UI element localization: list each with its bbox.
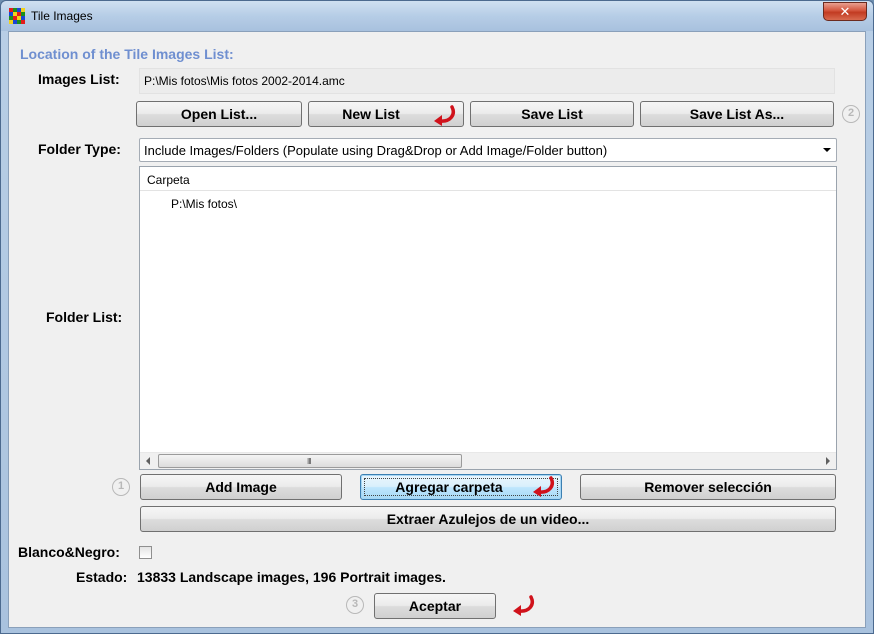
curved-red-arrow-icon bbox=[434, 105, 455, 126]
column-header-carpeta[interactable]: Carpeta bbox=[140, 167, 836, 191]
save-list-as-button[interactable]: Save List As... bbox=[640, 101, 834, 127]
title-bar[interactable]: Tile Images ✕ bbox=[1, 1, 873, 31]
save-list-button[interactable]: Save List bbox=[470, 101, 634, 127]
folder-type-select[interactable]: Include Images/Folders (Populate using D… bbox=[139, 138, 837, 162]
chevron-down-icon[interactable] bbox=[823, 148, 831, 152]
images-list-label: Images List: bbox=[38, 71, 120, 87]
step-two-badge: 2 bbox=[842, 105, 860, 123]
folder-type-selected: Include Images/Folders (Populate using D… bbox=[144, 143, 608, 158]
curved-red-arrow-icon bbox=[513, 595, 534, 616]
images-list-path-field[interactable]: P:\Mis fotos\Mis fotos 2002-2014.amc bbox=[139, 68, 835, 94]
scroll-left-icon[interactable] bbox=[146, 457, 150, 465]
list-item[interactable]: P:\Mis fotos\ bbox=[171, 197, 237, 211]
curved-red-arrow-icon bbox=[533, 476, 554, 497]
tile-grid-icon bbox=[9, 8, 25, 24]
close-button[interactable]: ✕ bbox=[823, 2, 867, 21]
status-text: 13833 Landscape images, 196 Portrait ima… bbox=[137, 569, 446, 585]
scroll-grip-icon: III bbox=[307, 457, 312, 466]
status-label: Estado: bbox=[76, 569, 128, 585]
remove-selection-button[interactable]: Remover selección bbox=[580, 474, 836, 500]
horizontal-scrollbar[interactable]: III bbox=[140, 452, 836, 469]
open-list-button[interactable]: Open List... bbox=[136, 101, 302, 127]
step-one-badge: 1 bbox=[112, 478, 130, 496]
black-white-checkbox[interactable] bbox=[139, 546, 152, 559]
folder-type-label: Folder Type: bbox=[38, 141, 121, 157]
scrollbar-thumb[interactable]: III bbox=[158, 454, 462, 468]
black-white-label: Blanco&Negro: bbox=[18, 544, 120, 560]
focus-rectangle bbox=[364, 478, 558, 496]
scroll-right-icon[interactable] bbox=[826, 457, 830, 465]
window-title: Tile Images bbox=[31, 9, 93, 23]
section-title: Location of the Tile Images List: bbox=[20, 46, 234, 62]
folder-list-label: Folder List: bbox=[46, 309, 123, 325]
accept-button[interactable]: Aceptar bbox=[374, 593, 496, 619]
add-image-button[interactable]: Add Image bbox=[140, 474, 342, 500]
close-icon: ✕ bbox=[839, 4, 851, 19]
column-header-label: Carpeta bbox=[147, 173, 190, 187]
extract-video-tiles-button[interactable]: Extraer Azulejos de un video... bbox=[140, 506, 836, 532]
new-list-label: New List bbox=[342, 106, 400, 122]
folder-list-view[interactable]: Carpeta P:\Mis fotos\ III bbox=[139, 166, 837, 470]
tile-images-window: Tile Images ✕ Location of the Tile Image… bbox=[0, 0, 874, 634]
step-three-badge: 3 bbox=[346, 596, 364, 614]
dialog-client-area: Location of the Tile Images List: Images… bbox=[8, 31, 866, 628]
